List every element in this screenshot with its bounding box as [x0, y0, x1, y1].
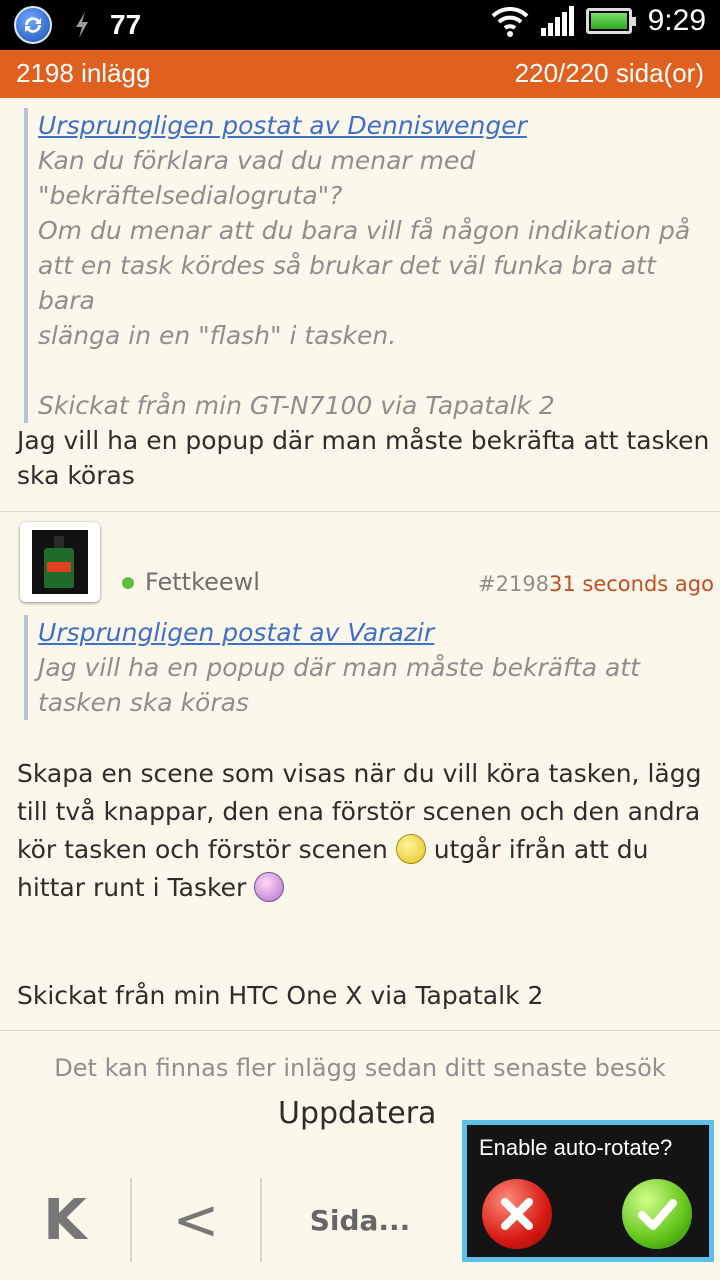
quote-line: tasken ska köras [38, 688, 249, 717]
quote-line: Kan du förklara vad du menar med [38, 146, 476, 175]
battery-icon [585, 8, 636, 34]
post-divider [0, 1030, 720, 1031]
post-body-line: kör tasken och förstör scenen utgår ifrå… [17, 831, 717, 869]
post-body: Jag vill ha en popup där man måste bekrä… [17, 423, 717, 493]
flash-icon [76, 12, 88, 38]
sync-icon [14, 6, 52, 44]
post-body-line: ska köras [17, 461, 135, 490]
first-page-button[interactable]: K [0, 1170, 130, 1270]
check-icon [638, 1199, 677, 1230]
post-body-text: kör tasken och förstör scenen [17, 835, 396, 864]
post-number: #2198 [478, 572, 550, 596]
quote-signature: Skickat från min GT-N7100 via Tapatalk 2 [38, 391, 555, 420]
thread-header: 2198 inlägg 220/220 sida(or) [0, 50, 720, 98]
post-list[interactable]: Ursprungligen postat av Denniswenger Kan… [0, 98, 720, 1138]
decline-rotate-button[interactable] [482, 1179, 552, 1249]
quote-line: slänga in en "flash" i tasken. [38, 321, 397, 350]
notification-count: 77 [110, 9, 142, 40]
post-body-line: hittar runt i Tasker [17, 869, 717, 907]
post-body-line: Skapa en scene som visas när du vill kör… [17, 759, 702, 788]
page-indicator[interactable]: 220/220 sida(or) [515, 58, 704, 89]
quote-line: "bekräftelsedialogruta"? [38, 181, 343, 210]
wifi-icon [491, 6, 529, 37]
clock: 9:29 [647, 4, 706, 37]
quote-line: Jag vill ha en popup där man måste bekrä… [38, 653, 640, 682]
post-signature: Skickat från min HTC One X via Tapatalk … [17, 981, 544, 1010]
page-select-button[interactable]: Sida... [262, 1170, 458, 1270]
quote-block: Ursprungligen postat av Denniswenger Kan… [24, 108, 714, 423]
quote-line: Om du menar att du bara vill få någon in… [38, 216, 691, 245]
first-page-icon: K [43, 1187, 87, 1253]
avatar-bottle-label [47, 562, 71, 572]
post-author[interactable]: Fettkeewl [145, 568, 260, 596]
online-status-icon [122, 577, 134, 589]
update-button[interactable]: Uppdatera [278, 1096, 436, 1131]
avatar[interactable] [20, 522, 100, 602]
quote-source-link[interactable]: Ursprungligen postat av Varazir [38, 615, 714, 650]
quote-spacer [38, 353, 714, 388]
post-body-line: till två knappar, den ena förstör scenen… [17, 797, 701, 826]
quote-block: Ursprungligen postat av Varazir Jag vill… [24, 615, 714, 720]
signal-icon [540, 6, 574, 36]
post-body: Skapa en scene som visas när du vill kör… [17, 755, 717, 907]
quote-source-link[interactable]: Ursprungligen postat av Denniswenger [38, 108, 714, 143]
battery-level [590, 13, 627, 29]
post-body-text: hittar runt i Tasker [17, 873, 255, 902]
post-count: 2198 inlägg [16, 58, 151, 88]
tongue-emoji-icon [254, 872, 285, 902]
new-posts-notice: Det kan finnas fler inlägg sedan ditt se… [54, 1054, 666, 1082]
post-body-text: utgår ifrån att du [425, 835, 649, 864]
previous-page-button[interactable]: < [132, 1170, 260, 1270]
status-bar-left: 77 [14, 6, 141, 44]
auto-rotate-dialog: Enable auto-rotate? [462, 1120, 714, 1262]
chevron-left-icon: < [172, 1187, 220, 1253]
status-bar: 77 9:29 [0, 0, 720, 50]
post-time: 31 seconds ago [549, 572, 714, 596]
post-body-line: Jag vill ha en popup där man måste bekrä… [17, 426, 710, 455]
post-divider [0, 511, 720, 512]
quote-line: att en task kördes så brukar det väl fun… [38, 251, 656, 315]
accept-rotate-button[interactable] [622, 1179, 692, 1249]
avatar-image [32, 530, 88, 594]
close-icon [501, 1198, 533, 1230]
smile-emoji-icon [395, 834, 426, 864]
auto-rotate-title: Enable auto-rotate? [479, 1135, 673, 1160]
status-bar-right: 9:29 [490, 4, 706, 38]
auto-rotate-panel: Enable auto-rotate? [467, 1125, 709, 1257]
